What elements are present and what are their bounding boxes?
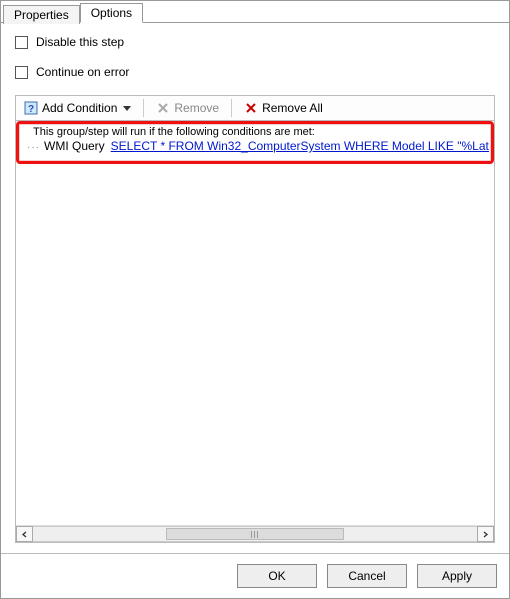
highlight-box: This group/step will run if the followin… bbox=[16, 121, 494, 164]
conditions-heading: This group/step will run if the followin… bbox=[21, 126, 489, 139]
tab-options[interactable]: Options bbox=[80, 3, 143, 23]
ok-button[interactable]: OK bbox=[237, 564, 317, 588]
remove-all-label: Remove All bbox=[262, 101, 323, 115]
continue-on-error-row: Continue on error bbox=[15, 65, 495, 79]
conditions-list-content: This group/step will run if the followin… bbox=[16, 121, 494, 525]
condition-row[interactable]: ··· WMI Query SELECT * FROM Win32_Comput… bbox=[21, 139, 489, 153]
remove-button: Remove bbox=[152, 99, 223, 117]
tab-strip: Properties Options bbox=[1, 1, 509, 23]
remove-label: Remove bbox=[174, 101, 219, 115]
continue-on-error-checkbox[interactable] bbox=[15, 66, 28, 79]
conditions-list: This group/step will run if the followin… bbox=[15, 121, 495, 543]
scroll-track[interactable] bbox=[33, 526, 477, 542]
toolbar-separator bbox=[231, 99, 232, 117]
conditions-toolbar: ? Add Condition Remove Remove All bbox=[15, 95, 495, 121]
help-icon: ? bbox=[24, 101, 38, 115]
tree-branch-icon: ··· bbox=[27, 142, 40, 153]
remove-all-button[interactable]: Remove All bbox=[240, 99, 327, 117]
scroll-thumb[interactable] bbox=[166, 528, 344, 540]
continue-on-error-label: Continue on error bbox=[36, 65, 129, 79]
horizontal-scrollbar[interactable] bbox=[16, 525, 494, 542]
disable-step-checkbox[interactable] bbox=[15, 36, 28, 49]
dropdown-caret-icon bbox=[123, 106, 131, 111]
scroll-left-button[interactable] bbox=[16, 526, 33, 542]
condition-type-label: WMI Query bbox=[44, 139, 105, 153]
disable-step-row: Disable this step bbox=[15, 35, 495, 49]
options-dialog: Properties Options Disable this step Con… bbox=[0, 0, 510, 599]
condition-query-link[interactable]: SELECT * FROM Win32_ComputerSystem WHERE… bbox=[111, 139, 489, 153]
remove-all-x-icon bbox=[244, 101, 258, 115]
add-condition-label: Add Condition bbox=[42, 101, 117, 115]
apply-button[interactable]: Apply bbox=[417, 564, 497, 588]
add-condition-button[interactable]: ? Add Condition bbox=[20, 99, 135, 117]
chevron-right-icon bbox=[482, 531, 489, 538]
cancel-button[interactable]: Cancel bbox=[327, 564, 407, 588]
dialog-button-bar: OK Cancel Apply bbox=[1, 553, 509, 598]
remove-x-icon bbox=[156, 101, 170, 115]
toolbar-separator bbox=[143, 99, 144, 117]
scroll-right-button[interactable] bbox=[477, 526, 494, 542]
tab-body: Disable this step Continue on error ? Ad… bbox=[1, 23, 509, 553]
scroll-thumb-grip-icon bbox=[251, 531, 259, 538]
tab-properties[interactable]: Properties bbox=[3, 5, 80, 24]
chevron-left-icon bbox=[21, 531, 28, 538]
disable-step-label: Disable this step bbox=[36, 35, 124, 49]
svg-text:?: ? bbox=[28, 104, 34, 115]
